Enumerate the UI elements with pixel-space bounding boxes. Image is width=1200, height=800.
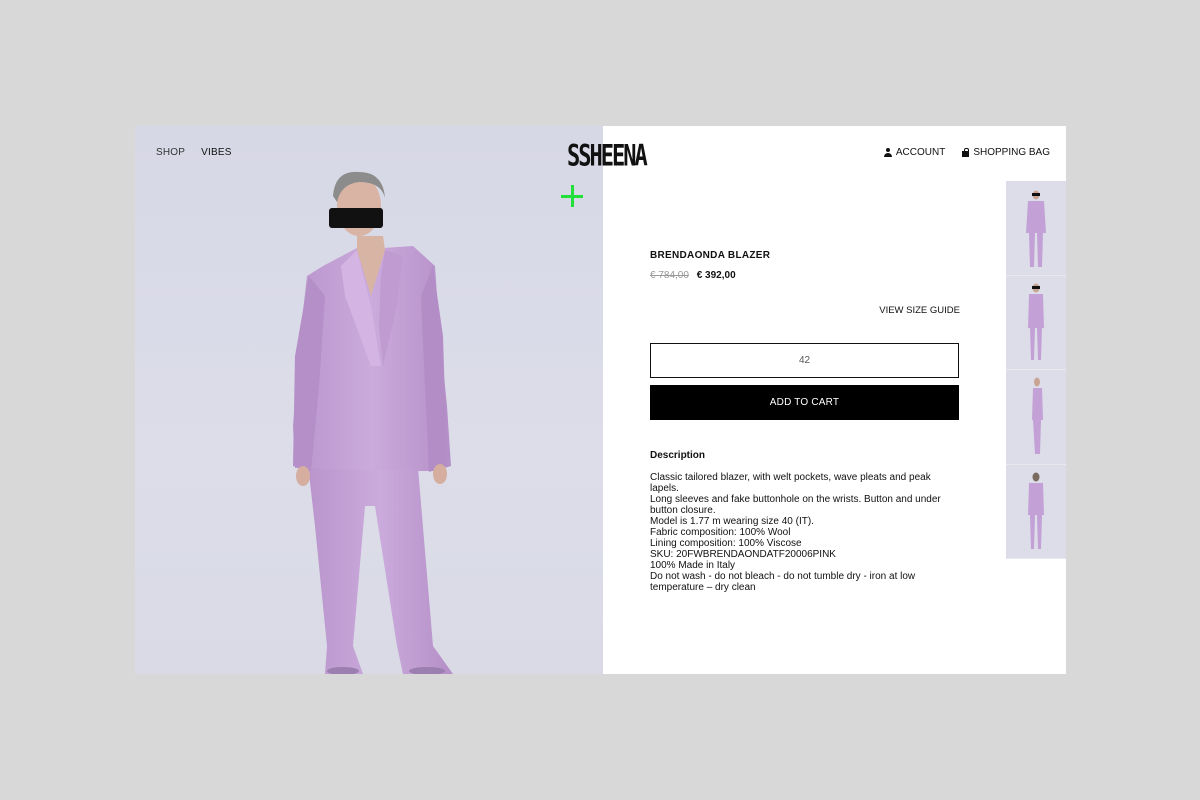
description-section: Description Classic tailored blazer, wit…: [650, 450, 960, 593]
bag-icon: [962, 148, 970, 157]
product-page: SHOP VIBES SSHEENA ACCOUNT SHOPPING BAG …: [135, 126, 1066, 674]
thumbnail-strip: [1006, 181, 1066, 559]
thumbnail-front[interactable]: [1006, 181, 1066, 276]
hero-image: [135, 126, 603, 674]
nav-shop[interactable]: SHOP: [156, 147, 185, 158]
user-icon: [883, 147, 892, 158]
product-title: BRENDAONDA BLAZER: [650, 250, 771, 261]
description-line: Lining composition: 100% Viscose: [650, 538, 802, 549]
size-guide-link[interactable]: VIEW SIZE GUIDE: [650, 305, 960, 316]
shopping-bag-label: SHOPPING BAG: [973, 147, 1050, 158]
thumbnail-back[interactable]: [1006, 464, 1066, 559]
care-instructions: Do not wash - do not bleach - do not tum…: [650, 571, 916, 593]
nav-vibes[interactable]: VIBES: [201, 147, 231, 158]
product-details: BRENDAONDA BLAZER € 784,00 € 392,00 VIEW…: [650, 250, 960, 593]
plus-icon[interactable]: [561, 185, 583, 207]
brand-logo[interactable]: SSHEENA: [567, 140, 648, 174]
made-in: 100% Made in Italy: [650, 560, 736, 571]
thumbnail-front-2[interactable]: [1006, 275, 1066, 370]
description-line: Long sleeves and fake buttonhole on the …: [650, 494, 941, 516]
sale-price: € 392,00: [696, 270, 736, 281]
description-line: Model is 1.77 m wearing size 40 (IT).: [650, 516, 814, 527]
add-to-cart-button[interactable]: ADD TO CART: [650, 385, 959, 420]
main-nav: SHOP VIBES: [156, 147, 232, 158]
model-photo: [293, 171, 453, 674]
description-title: Description: [650, 450, 706, 461]
account-link[interactable]: ACCOUNT: [883, 147, 946, 158]
shopping-bag-link[interactable]: SHOPPING BAG: [962, 147, 1050, 158]
sku: SKU: 20FWBRENDAONDATF20006PINK: [650, 549, 836, 560]
description-line: Classic tailored blazer, with welt pocke…: [650, 472, 931, 494]
size-select[interactable]: 42: [650, 343, 959, 378]
thumbnail-side[interactable]: [1006, 370, 1066, 465]
price-block: € 784,00 € 392,00: [650, 270, 960, 281]
account-label: ACCOUNT: [895, 147, 946, 158]
account-nav: ACCOUNT SHOPPING BAG: [883, 147, 1050, 158]
description-line: Fabric composition: 100% Wool: [650, 527, 791, 538]
original-price: € 784,00: [650, 270, 689, 281]
